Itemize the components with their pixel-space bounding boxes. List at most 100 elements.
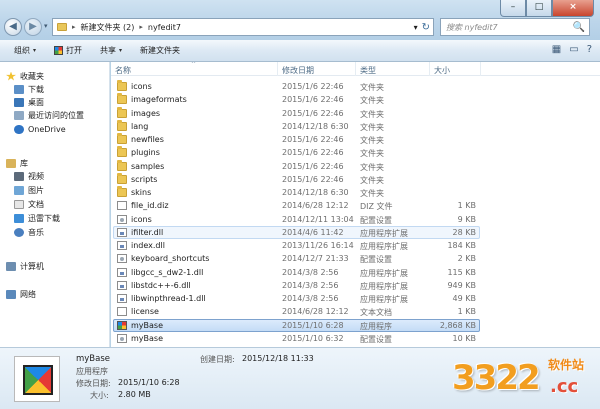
column-header-date[interactable]: 修改日期 <box>282 65 314 76</box>
help-icon[interactable]: ? <box>587 44 592 55</box>
file-name: samples <box>131 161 165 171</box>
file-type: 文件夹 <box>360 175 384 185</box>
file-row[interactable]: keyboard_shortcuts 2014/12/7 21:33 配置设置 2 K… <box>111 252 600 265</box>
organize-button[interactable]: 组织 ▾ <box>14 45 36 56</box>
share-button[interactable]: 共享 ▾ <box>100 45 122 56</box>
recent-pages-dropdown[interactable]: ▾ <box>44 22 48 30</box>
breadcrumb-item[interactable]: 新建文件夹 (2) <box>81 22 135 33</box>
sidebar-item-videos[interactable]: 视频 <box>14 170 44 182</box>
sidebar-item-documents[interactable]: 文档 <box>14 198 44 210</box>
xunlei-download-icon <box>14 213 24 223</box>
config-file-icon <box>117 214 127 224</box>
file-type: 文件夹 <box>360 162 384 172</box>
breadcrumb-separator-icon[interactable]: ▸ <box>139 23 143 31</box>
sidebar-item-label: 迅雷下载 <box>28 213 60 223</box>
file-row[interactable]: libstdc++-6.dll 2014/3/8 2:56 应用程序扩展 949 KB <box>111 279 600 292</box>
sidebar-item-onedrive[interactable]: OneDrive <box>14 123 66 135</box>
dll-file-icon <box>117 227 127 237</box>
sidebar-item-xunlei[interactable]: 迅雷下载 <box>14 212 60 224</box>
open-button[interactable]: 打开 <box>54 45 82 56</box>
file-date: 2014/3/8 2:56 <box>282 294 339 303</box>
sidebar-item-recent[interactable]: 最近访问的位置 <box>14 109 84 121</box>
file-row[interactable]: index.dll 2013/11/26 16:14 应用程序扩展 184 KB <box>111 239 600 252</box>
sort-up-icon: ^ <box>191 62 197 68</box>
file-date: 2015/1/10 6:32 <box>282 333 344 343</box>
sidebar-item-pictures[interactable]: 图片 <box>14 184 44 196</box>
folder-icon <box>117 172 127 184</box>
file-row[interactable]: file_id.diz 2014/6/28 12:12 DIZ 文件 1 KB <box>111 199 600 212</box>
file-type: 文件夹 <box>360 189 384 198</box>
column-header-type[interactable]: 类型 <box>360 65 376 76</box>
file-row[interactable]: myBase 2015/1/10 6:32 配置设置 10 KB <box>111 332 600 345</box>
file-row[interactable]: newfiles 2015/1/6 22:46 文件夹 <box>111 133 600 146</box>
detail-file-type: 应用程序 <box>76 367 108 376</box>
file-row[interactable]: libwinpthread-1.dll 2014/3/8 2:56 应用程序扩展 49… <box>111 292 600 305</box>
file-row[interactable]: license 2014/6/28 12:12 文本文档 1 KB <box>111 305 600 318</box>
file-row[interactable]: icons 2014/12/11 13:04 配置设置 9 KB <box>111 213 600 226</box>
file-date: 2013/11/26 16:14 <box>282 241 354 250</box>
file-date: 2015/1/6 22:46 <box>282 95 344 105</box>
address-bar[interactable]: ▸ 新建文件夹 (2) ▸ nyfedit7 ▾ ↻ <box>52 18 434 36</box>
forward-button[interactable]: ▶ <box>24 18 42 36</box>
file-row[interactable]: lang 2014/12/18 6:30 文件夹 <box>111 119 600 133</box>
sidebar-item-label: 最近访问的位置 <box>28 110 84 120</box>
close-button[interactable]: × <box>552 0 594 17</box>
file-row[interactable]: scripts 2015/1/6 22:46 文件夹 <box>111 172 600 186</box>
folder-icon <box>117 119 127 131</box>
detail-created-value: 2015/12/18 11:33 <box>242 354 314 363</box>
sidebar-item-music[interactable]: 音乐 <box>14 226 44 238</box>
minimize-button[interactable]: – <box>500 0 526 17</box>
file-row[interactable]: ifilter.dll 2014/4/6 11:42 应用程序扩展 28 KB <box>111 225 600 239</box>
search-input[interactable]: 搜索 nyfedit7 🔍 <box>440 18 590 36</box>
folder-icon <box>117 93 127 105</box>
maximize-button[interactable]: □ <box>526 0 552 17</box>
file-type: 应用程序扩展 <box>360 268 408 278</box>
breadcrumb-item[interactable]: nyfedit7 <box>148 23 181 32</box>
file-name: libstdc++-6.dll <box>131 280 191 290</box>
search-icon[interactable]: 🔍 <box>573 22 585 33</box>
view-options-icon[interactable]: ▦ <box>552 44 561 55</box>
download-folder-icon <box>14 84 24 94</box>
column-header-size[interactable]: 大小 <box>434 65 450 76</box>
address-dropdown-icon[interactable]: ▾ <box>414 23 418 32</box>
file-date: 2014/12/7 21:33 <box>282 254 349 264</box>
breadcrumb-separator-icon[interactable]: ▸ <box>72 23 76 31</box>
detail-file-name: myBase <box>76 354 111 364</box>
new-folder-button[interactable]: 新建文件夹 <box>140 45 180 56</box>
sidebar-item-label: OneDrive <box>28 124 66 134</box>
file-row[interactable]: myBase 2015/1/10 6:28 应用程序 2,868 KB <box>111 318 600 332</box>
folder-icon <box>117 186 127 197</box>
folder-icon <box>57 23 67 31</box>
preview-pane-icon[interactable]: ▭ <box>569 44 578 55</box>
column-header-name[interactable]: 名称 <box>115 65 131 76</box>
share-label: 共享 <box>100 46 117 55</box>
sidebar-item-label: 计算机 <box>20 261 44 271</box>
file-row[interactable]: samples 2015/1/6 22:46 文件夹 <box>111 159 600 173</box>
navigation-pane: 收藏夹 下载 桌面 最近访问的位置 OneDrive 库 视频 图片 文档 迅雷… <box>0 62 110 347</box>
refresh-icon[interactable]: ↻ <box>422 22 430 33</box>
file-row[interactable]: plugins 2015/1/6 22:46 文件夹 <box>111 146 600 159</box>
search-placeholder: 搜索 nyfedit7 <box>446 22 498 32</box>
file-type: 应用程序扩展 <box>360 228 408 238</box>
sidebar-item-favorites[interactable]: 收藏夹 <box>6 70 44 82</box>
sidebar-item-libraries[interactable]: 库 <box>6 157 28 169</box>
back-button[interactable]: ◀ <box>4 18 22 36</box>
file-date: 2015/1/6 22:46 <box>282 108 344 118</box>
detail-created-label: 创建日期: <box>200 355 235 364</box>
sidebar-item-computer[interactable]: 计算机 <box>6 260 44 272</box>
file-row[interactable]: images 2015/1/6 22:46 文件夹 <box>111 106 600 120</box>
file-row[interactable]: icons 2015/1/6 22:46 文件夹 <box>111 80 600 93</box>
command-toolbar: 组织 ▾ 打开 共享 ▾ 新建文件夹 ▦ ▭ ? <box>0 40 600 62</box>
sidebar-item-downloads[interactable]: 下载 <box>14 83 44 95</box>
file-row[interactable]: skins 2014/12/18 6:30 文件夹 <box>111 186 600 199</box>
file-type: 文件夹 <box>360 136 384 145</box>
watermark-number: 3322 <box>452 358 541 398</box>
watermark-domain: .cc <box>550 376 579 397</box>
sidebar-item-desktop[interactable]: 桌面 <box>14 96 44 108</box>
file-name: myBase <box>131 333 164 343</box>
file-row[interactable]: libgcc_s_dw2-1.dll 2014/3/8 2:56 应用程序扩展 115… <box>111 266 600 279</box>
music-icon <box>14 227 24 237</box>
file-row[interactable]: imageformats 2015/1/6 22:46 文件夹 <box>111 93 600 106</box>
file-date: 2014/4/6 11:42 <box>282 227 344 237</box>
sidebar-item-network[interactable]: 网络 <box>6 288 36 300</box>
